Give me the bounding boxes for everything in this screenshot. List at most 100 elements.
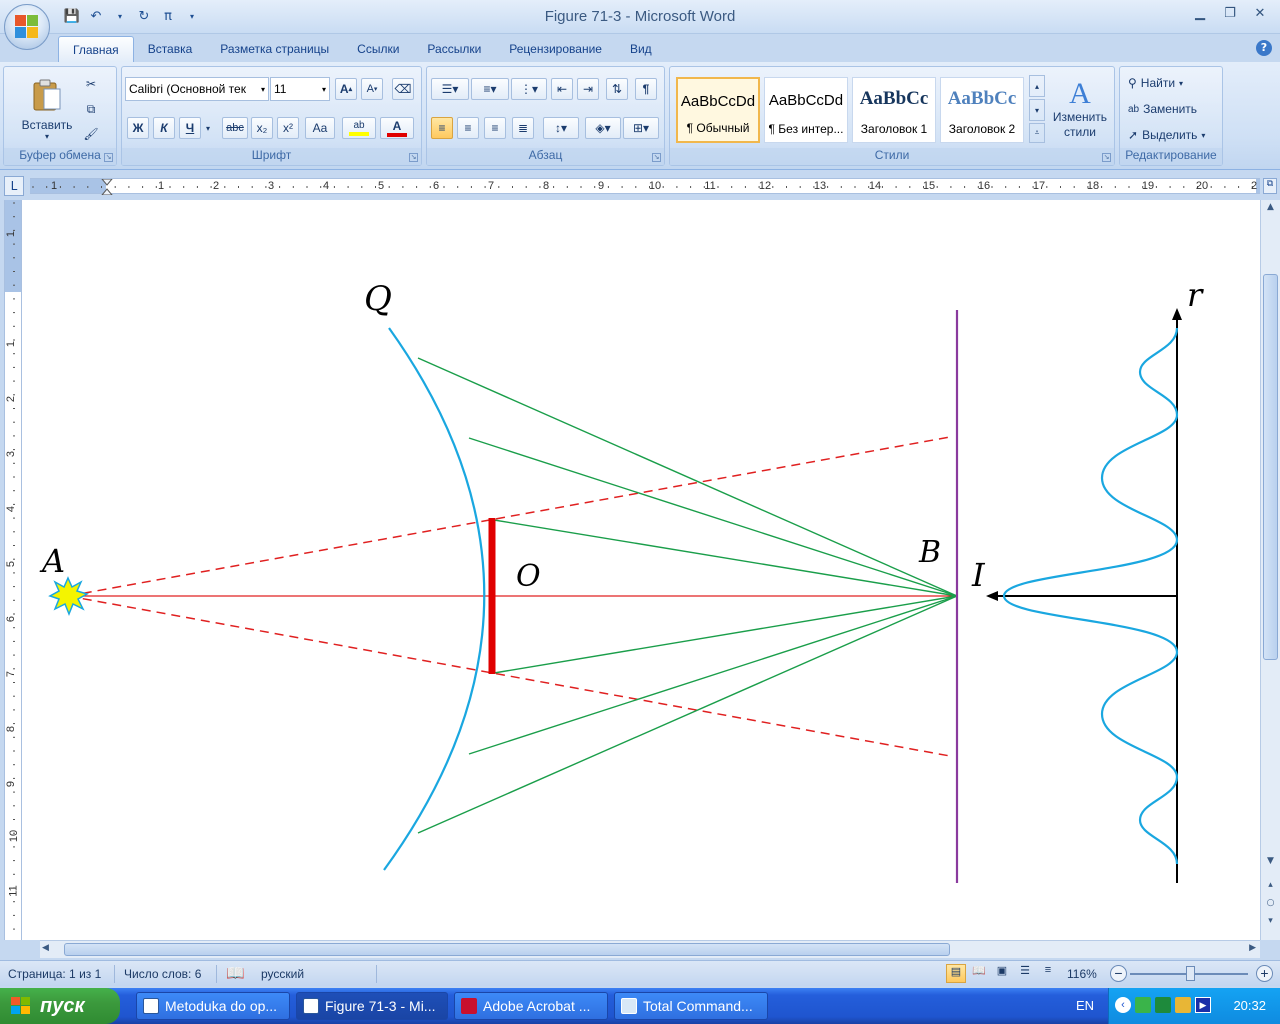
chevron-down-icon[interactable]: ▾ — [202, 117, 214, 139]
align-center-icon[interactable]: ≡ — [457, 117, 479, 139]
tray-arrow-icon[interactable]: ‹ — [1115, 997, 1131, 1013]
increase-indent-icon[interactable]: ⇥ — [577, 78, 599, 100]
tab-mailings[interactable]: Рассылки — [413, 36, 495, 62]
tab-view[interactable]: Вид — [616, 36, 666, 62]
document-page[interactable]: A Q O B I r — [22, 200, 1260, 940]
zoom-in-icon[interactable]: + — [1256, 965, 1273, 982]
horizontal-scrollbar[interactable]: ◀ ▶ — [40, 940, 1260, 958]
page-count-status[interactable]: Страница: 1 из 1 — [8, 967, 101, 981]
decrease-indent-icon[interactable]: ⇤ — [551, 78, 573, 100]
tab-insert[interactable]: Вставка — [134, 36, 207, 62]
font-size-select[interactable]: 11 ▾ — [270, 77, 330, 101]
change-styles-button[interactable]: A Изменить стили — [1048, 71, 1112, 147]
word-count-status[interactable]: Число слов: 6 — [124, 967, 201, 981]
find-button[interactable]: ⚲ Найти ▾ — [1128, 73, 1183, 93]
print-layout-icon[interactable]: ▤ — [946, 964, 966, 983]
highlight-button[interactable]: ab — [342, 117, 376, 139]
full-screen-reading-icon[interactable]: 📖 — [969, 964, 989, 983]
clear-formatting-icon[interactable]: ⌫ — [392, 78, 414, 100]
help-icon[interactable]: ? — [1256, 40, 1272, 56]
cut-icon[interactable]: ✂ — [80, 73, 102, 95]
align-right-icon[interactable]: ≡ — [484, 117, 506, 139]
tray-app-icon[interactable] — [1175, 997, 1191, 1013]
scroll-up-icon[interactable]: ▲ — [1261, 202, 1280, 218]
tray-app-icon[interactable] — [1155, 997, 1171, 1013]
scroll-right-icon[interactable]: ▶ — [1249, 943, 1256, 953]
dialog-launcher-icon[interactable]: ↘ — [104, 153, 113, 162]
styles-scroll-up-icon[interactable]: ▴ — [1029, 75, 1045, 97]
dialog-launcher-icon[interactable]: ↘ — [409, 153, 418, 162]
justify-icon[interactable]: ≣ — [512, 117, 534, 139]
clock[interactable]: 20:32 — [1233, 998, 1266, 1013]
close-icon[interactable]: ✕ — [1248, 4, 1272, 22]
replace-button[interactable]: ab Заменить — [1128, 99, 1197, 119]
tab-selector-button[interactable]: L — [4, 176, 24, 196]
line-spacing-icon[interactable]: ↕▾ — [543, 117, 579, 139]
tab-review[interactable]: Рецензирование — [495, 36, 616, 62]
tray-media-icon[interactable]: ▶ — [1195, 997, 1211, 1013]
web-layout-icon[interactable]: ▣ — [992, 964, 1012, 983]
tray-app-icon[interactable] — [1135, 997, 1151, 1013]
underline-button[interactable]: Ч — [179, 117, 201, 139]
tab-references[interactable]: Ссылки — [343, 36, 413, 62]
dialog-launcher-icon[interactable]: ↘ — [652, 153, 661, 162]
multilevel-list-icon[interactable]: ⋮▾ — [511, 78, 547, 100]
zoom-out-icon[interactable]: − — [1110, 965, 1127, 982]
next-page-icon[interactable]: ▾ — [1261, 916, 1280, 932]
scroll-down-icon[interactable]: ▼ — [1261, 856, 1280, 872]
language-status[interactable]: русский — [261, 967, 304, 981]
draft-icon[interactable]: ≡ — [1038, 964, 1058, 983]
style-normal[interactable]: AaBbCcDd ¶ Обычный — [676, 77, 760, 143]
bullets-icon[interactable]: ☰▾ — [431, 78, 469, 100]
font-color-button[interactable]: A — [380, 117, 414, 139]
indent-marker-icon[interactable] — [101, 179, 113, 195]
italic-button[interactable]: К — [153, 117, 175, 139]
shrink-font-button[interactable]: A ▾ — [361, 78, 383, 100]
tab-home[interactable]: Главная — [58, 36, 134, 62]
zoom-slider[interactable] — [1130, 966, 1248, 981]
style-heading-1[interactable]: AaBbCc Заголовок 1 — [852, 77, 936, 143]
bold-button[interactable]: Ж — [127, 117, 149, 139]
change-case-button[interactable]: Aa — [305, 117, 335, 139]
zoom-slider-thumb[interactable] — [1186, 966, 1195, 981]
vertical-ruler[interactable]: 1 1 2 3 4 5 6 7 8 9 10 11 — [4, 200, 22, 940]
align-left-icon[interactable]: ≡ — [431, 117, 453, 139]
superscript-button[interactable]: x² — [277, 117, 299, 139]
browse-object-icon[interactable]: ○ — [1261, 898, 1280, 914]
numbering-icon[interactable]: ≡▾ — [471, 78, 509, 100]
shading-icon[interactable]: ◈▾ — [585, 117, 621, 139]
select-button[interactable]: ➚ Выделить ▾ — [1128, 125, 1205, 145]
view-ruler-icon[interactable]: ⧉ — [1263, 178, 1277, 194]
horizontal-scroll-thumb[interactable] — [64, 943, 950, 956]
style-no-spacing[interactable]: AaBbCcDd ¶ Без интер... — [764, 77, 848, 143]
font-name-select[interactable]: Calibri (Основной тек ▾ — [125, 77, 269, 101]
language-indicator[interactable]: EN — [1076, 998, 1094, 1013]
zoom-level[interactable]: 116% — [1067, 967, 1097, 981]
vertical-scroll-thumb[interactable] — [1263, 274, 1278, 660]
sort-icon[interactable]: ⇅ — [606, 78, 628, 100]
taskbar-item-figure[interactable]: Figure 71-3 - Mi... — [296, 992, 448, 1020]
show-formatting-button[interactable]: ¶ — [635, 78, 657, 100]
format-painter-icon[interactable]: 🖌 — [80, 123, 102, 145]
proofing-icon[interactable]: 📖 — [226, 964, 245, 982]
styles-scroll-down-icon[interactable]: ▾ — [1029, 99, 1045, 121]
previous-page-icon[interactable]: ▴ — [1261, 880, 1280, 896]
restore-icon[interactable]: ❐ — [1218, 4, 1242, 22]
borders-icon[interactable]: ⊞▾ — [623, 117, 659, 139]
tab-page-layout[interactable]: Разметка страницы — [206, 36, 343, 62]
vertical-scrollbar[interactable]: ▲ ▼ ▴ ○ ▾ — [1260, 200, 1280, 940]
dialog-launcher-icon[interactable]: ↘ — [1102, 153, 1111, 162]
outline-icon[interactable]: ☰ — [1015, 964, 1035, 983]
strikethrough-button[interactable]: abc — [222, 117, 248, 139]
taskbar-item-metoduka[interactable]: Metoduka do op... — [136, 992, 290, 1020]
copy-icon[interactable]: ⧉ — [80, 98, 102, 120]
horizontal-ruler[interactable]: 1 1 2 3 4 5 6 7 8 9 10 11 12 13 14 15 16… — [30, 178, 1260, 195]
minimize-icon[interactable]: ▁ — [1188, 4, 1212, 22]
start-button[interactable]: пуск — [0, 988, 120, 1024]
office-button[interactable] — [4, 4, 50, 50]
subscript-button[interactable]: x₂ — [251, 117, 273, 139]
scroll-left-icon[interactable]: ◀ — [42, 943, 49, 953]
taskbar-item-total-commander[interactable]: Total Command... — [614, 992, 768, 1020]
style-heading-2[interactable]: AaBbCc Заголовок 2 — [940, 77, 1024, 143]
taskbar-item-acrobat[interactable]: Adobe Acrobat ... — [454, 992, 608, 1020]
